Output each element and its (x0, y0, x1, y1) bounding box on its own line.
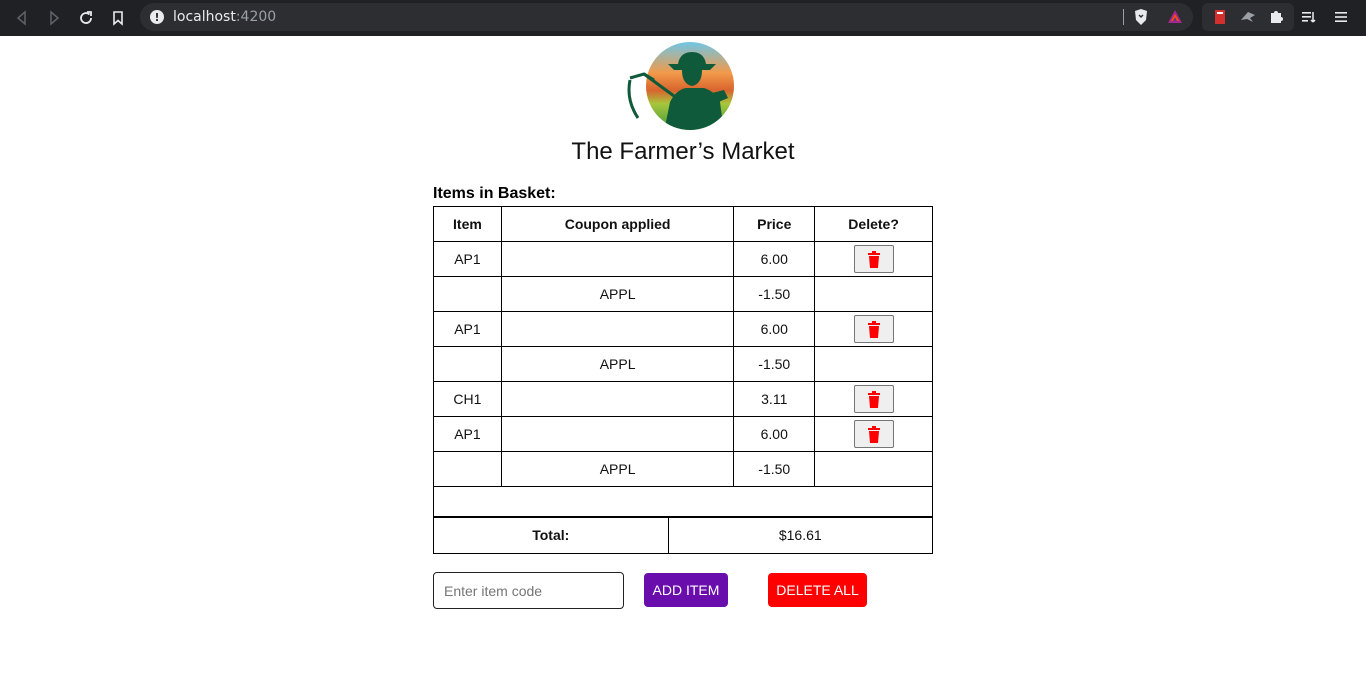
item-code-cell: AP1 (433, 241, 502, 277)
item-code-input[interactable] (433, 572, 624, 609)
puzzle-extensions-icon[interactable] (1267, 8, 1285, 26)
farmer-logo (627, 42, 734, 130)
coupon-cell: APPL (500, 346, 735, 382)
bird-extension-icon[interactable] (1239, 8, 1257, 26)
delete-item-button[interactable] (853, 420, 894, 448)
trash-icon (867, 390, 880, 408)
browser-toolbar: ! localhost:4200 (0, 0, 1366, 36)
bookmark-icon[interactable] (102, 2, 134, 34)
total-label: Total: (433, 516, 669, 554)
browser-menu-area (1300, 8, 1350, 26)
address-bar[interactable]: ! localhost:4200 (140, 3, 1193, 31)
reading-list-icon[interactable] (1300, 8, 1318, 26)
column-header-price: Price (733, 206, 816, 242)
table-row: APPL -1.50 (433, 276, 933, 312)
item-code-cell (433, 451, 502, 487)
coupon-cell (500, 381, 735, 417)
brave-shields-icon[interactable] (1133, 8, 1149, 26)
delete-item-button[interactable] (853, 385, 894, 413)
url-host: localhost (173, 9, 236, 25)
price-cell: -1.50 (733, 346, 816, 382)
site-info-icon[interactable]: ! (150, 10, 164, 24)
spacer-cell (433, 486, 933, 518)
price-cell: -1.50 (733, 451, 816, 487)
price-cell: -1.50 (733, 276, 816, 312)
trash-icon (867, 250, 880, 268)
delete-item-button[interactable] (853, 245, 894, 273)
delete-cell (814, 311, 933, 347)
delete-all-button[interactable]: DELETE ALL (768, 573, 867, 607)
add-item-button[interactable]: ADD ITEM (644, 573, 728, 607)
total-value: $16.61 (667, 516, 934, 554)
price-cell: 3.11 (733, 381, 816, 417)
table-header-row: Item Coupon applied Price Delete? (433, 206, 933, 242)
divider (1123, 9, 1124, 25)
delete-cell (814, 276, 933, 312)
table-row: AP1 6.00 (433, 311, 933, 347)
coupon-cell (500, 311, 735, 347)
item-code-cell (433, 276, 502, 312)
table-row: CH1 3.11 (433, 381, 933, 417)
coupon-cell (500, 241, 735, 277)
extensions-area (1202, 3, 1294, 31)
basket-table: Item Coupon applied Price Delete? AP1 6.… (433, 206, 933, 518)
trash-icon (867, 425, 880, 443)
table-spacer-row (433, 486, 933, 518)
page-title: The Farmer’s Market (571, 138, 795, 165)
book-extension-icon[interactable] (1211, 8, 1229, 26)
price-cell: 6.00 (733, 311, 816, 347)
url-text: localhost:4200 (173, 9, 276, 25)
item-code-cell: AP1 (433, 416, 502, 452)
item-code-cell (433, 346, 502, 382)
price-cell: 6.00 (733, 241, 816, 277)
brave-rewards-icon[interactable] (1167, 9, 1183, 25)
reload-icon[interactable] (70, 2, 102, 34)
back-icon[interactable] (6, 2, 38, 34)
coupon-cell: APPL (500, 451, 735, 487)
table-row: APPL -1.50 (433, 346, 933, 382)
total-table: Total: $16.61 (433, 516, 934, 554)
trash-icon (867, 320, 880, 338)
url-port: :4200 (235, 9, 277, 25)
coupon-cell: APPL (500, 276, 735, 312)
column-header-item: Item (433, 206, 502, 242)
delete-cell (814, 416, 933, 452)
price-cell: 6.00 (733, 416, 816, 452)
delete-cell (814, 346, 933, 382)
forward-icon[interactable] (38, 2, 70, 34)
delete-cell (814, 241, 933, 277)
delete-item-button[interactable] (853, 315, 894, 343)
coupon-cell (500, 416, 735, 452)
total-row: Total: $16.61 (433, 516, 934, 554)
column-header-delete: Delete? (814, 206, 933, 242)
item-code-cell: AP1 (433, 311, 502, 347)
table-row: APPL -1.50 (433, 451, 933, 487)
table-row: AP1 6.00 (433, 241, 933, 277)
column-header-coupon: Coupon applied (500, 206, 735, 242)
basket-heading: Items in Basket: (433, 185, 556, 202)
table-row: AP1 6.00 (433, 416, 933, 452)
item-code-cell: CH1 (433, 381, 502, 417)
menu-icon[interactable] (1332, 8, 1350, 26)
delete-cell (814, 381, 933, 417)
delete-cell (814, 451, 933, 487)
